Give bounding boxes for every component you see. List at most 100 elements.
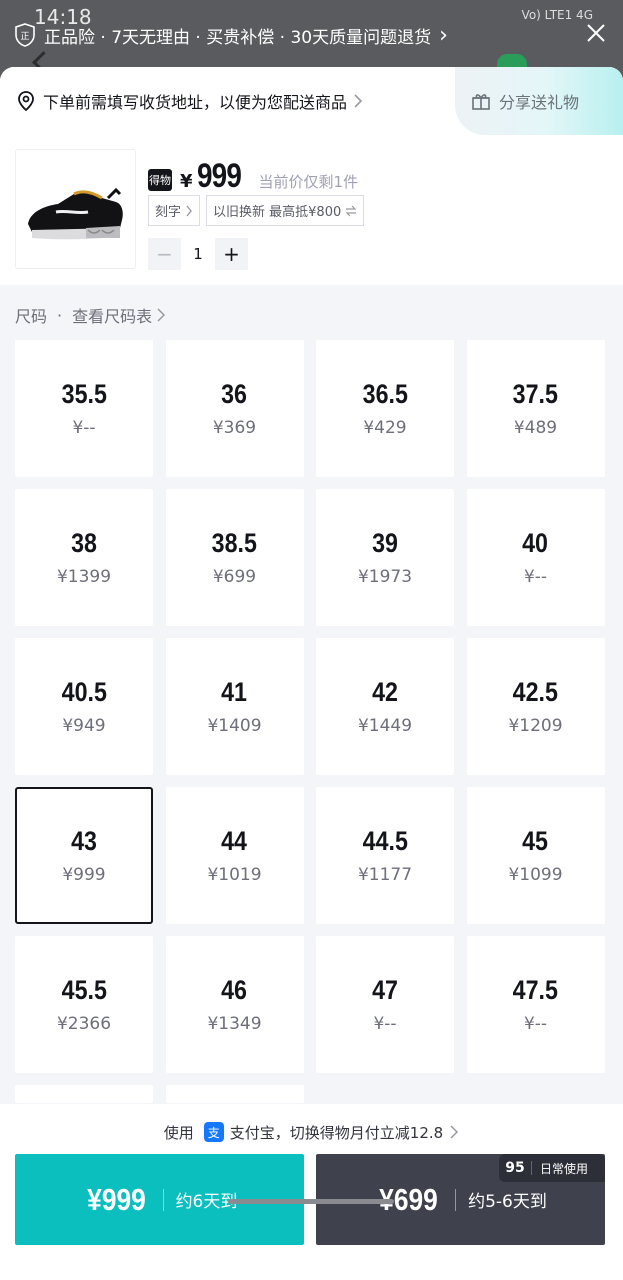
size-price: ¥999 <box>62 865 106 885</box>
size-option[interactable]: 44 ¥1019 <box>165 787 304 924</box>
price-row: 得物 ¥ 999 当前价仅剩1件 <box>148 157 358 196</box>
size-option[interactable]: 37.5 ¥489 <box>466 340 605 477</box>
sneaker-image <box>28 187 123 240</box>
size-value: 36.5 <box>362 379 408 409</box>
trade-in-tag-label: 以旧换新 最高抵¥800 <box>213 205 342 220</box>
size-option[interactable]: 40 ¥-- <box>466 489 605 626</box>
size-option[interactable]: 40.5 ¥949 <box>15 638 153 775</box>
dewu-logo: 得物 <box>148 169 172 191</box>
guarantee-text: 正品险 · 7天无理由 · 买贵补偿 · 30天质量问题退货 <box>44 27 432 48</box>
size-value: 38 <box>71 528 97 558</box>
size-option[interactable]: 47 ¥-- <box>316 936 454 1073</box>
size-value: 44.5 <box>362 826 408 856</box>
size-price: ¥1449 <box>357 716 413 736</box>
size-option[interactable]: 38.5 ¥699 <box>165 489 304 626</box>
trade-in-tag[interactable]: 以旧换新 最高抵¥800 <box>206 195 365 226</box>
shield-icon: 正 <box>15 23 35 47</box>
currency-symbol: ¥ <box>180 171 193 192</box>
size-price: ¥699 <box>212 567 257 587</box>
size-price: ¥1399 <box>56 567 112 587</box>
size-price: ¥1349 <box>207 1014 262 1034</box>
product-thumbnail[interactable] <box>15 149 136 269</box>
size-value: 47.5 <box>512 975 559 1005</box>
size-option[interactable]: 46 ¥1349 <box>165 936 304 1073</box>
location-pin-icon <box>18 91 34 111</box>
size-option[interactable]: 43 ¥999 <box>15 787 153 924</box>
increase-quantity-button[interactable]: + <box>215 238 248 270</box>
size-value: 42 <box>372 677 398 707</box>
product-tags: 刻字 以旧换新 最高抵¥800 <box>148 195 365 226</box>
share-gift-label: 分享送礼物 <box>499 93 580 112</box>
size-price: ¥-- <box>523 1014 548 1034</box>
share-gift-button[interactable]: 分享送礼物 <box>455 67 623 135</box>
decrease-quantity-button[interactable]: − <box>148 238 181 270</box>
chevron-right-icon: › <box>439 22 448 48</box>
guarantee-banner[interactable]: 正 正品险 · 7天无理由 · 买贵补偿 · 30天质量问题退货 › <box>0 18 623 52</box>
size-value: 39 <box>372 528 398 558</box>
buy-used-eta: 约5-6天到 <box>468 1192 547 1212</box>
checkout-footer: 使用 支 支付宝，切换得物月付立减12.8 ¥999 约6天到 ¥699 约5-… <box>0 1104 623 1280</box>
stock-note: 当前价仅剩1件 <box>258 173 359 191</box>
size-option[interactable]: 36.5 ¥429 <box>316 340 454 477</box>
condition-grade: 95 <box>505 1160 525 1176</box>
size-value: 45 <box>522 826 549 856</box>
size-option[interactable]: 38 ¥1399 <box>15 489 153 626</box>
size-price: ¥-- <box>373 1014 397 1034</box>
alipay-icon: 支 <box>203 1122 224 1142</box>
size-value: 42.5 <box>512 677 559 707</box>
product-price: 999 <box>196 157 242 195</box>
alipay-promo[interactable]: 使用 支 支付宝，切换得物月付立减12.8 <box>0 1104 623 1160</box>
size-price: ¥1409 <box>207 716 262 736</box>
size-option[interactable]: 45 ¥1099 <box>466 787 605 924</box>
home-indicator[interactable] <box>228 1199 394 1204</box>
chevron-right-icon <box>186 205 192 216</box>
size-option[interactable]: 35.5 ¥-- <box>15 340 153 477</box>
size-value: 45.5 <box>61 975 107 1005</box>
divider <box>455 1188 457 1211</box>
chevron-right-icon <box>354 94 363 108</box>
size-value: 40 <box>522 528 549 558</box>
size-grid: 35.5 ¥-- 36 ¥369 36.5 ¥429 37.5 ¥489 38 ¥1399 38.5… <box>15 340 605 1103</box>
size-label: 尺码 <box>15 307 48 326</box>
sheet-header: 下单前需填写收货地址，以便为您配送商品 分享送礼物 <box>0 67 623 135</box>
divider <box>162 1188 164 1211</box>
size-section-header: 尺码 · 查看尺码表 <box>15 303 166 327</box>
alipay-prefix: 使用 <box>163 1123 194 1142</box>
size-option[interactable]: 45.5 ¥2366 <box>15 936 153 1073</box>
engrave-tag[interactable]: 刻字 <box>148 195 201 226</box>
size-value: 46 <box>221 975 248 1005</box>
close-icon[interactable] <box>585 22 607 44</box>
size-option[interactable]: 42.5 ¥1209 <box>466 638 605 775</box>
size-option[interactable]: 39 ¥1973 <box>316 489 454 626</box>
size-price: ¥1099 <box>508 865 563 885</box>
condition-badge: 95 日常使用 <box>499 1154 605 1182</box>
gift-icon <box>472 94 490 110</box>
size-option[interactable]: 44.5 ¥1177 <box>316 787 454 924</box>
size-value: 36 <box>221 379 248 409</box>
size-option[interactable] <box>15 1085 153 1103</box>
size-option[interactable] <box>165 1085 304 1103</box>
address-prompt[interactable]: 下单前需填写收货地址，以便为您配送商品 <box>17 67 371 135</box>
purchase-sheet: 下单前需填写收货地址，以便为您配送商品 分享送礼物 得物 ¥ 999 当前价仅剩… <box>0 67 623 1280</box>
size-option[interactable]: 36 ¥369 <box>165 340 304 477</box>
engrave-tag-label: 刻字 <box>155 205 182 220</box>
condition-label: 日常使用 <box>540 1161 589 1176</box>
size-price: ¥949 <box>62 716 106 736</box>
size-price: ¥1177 <box>357 865 413 885</box>
size-price: ¥369 <box>212 418 257 438</box>
size-price: ¥489 <box>513 418 558 438</box>
size-value: 40.5 <box>61 677 107 707</box>
size-price: ¥1209 <box>508 716 563 736</box>
size-price: ¥-- <box>72 418 96 438</box>
size-chart-link[interactable]: 查看尺码表 <box>72 303 152 327</box>
size-option[interactable]: 42 ¥1449 <box>316 638 454 775</box>
size-option[interactable]: 47.5 ¥-- <box>466 936 605 1073</box>
size-option[interactable]: 41 ¥1409 <box>165 638 304 775</box>
size-price: ¥429 <box>363 418 407 438</box>
size-value: 41 <box>221 677 248 707</box>
size-value: 44 <box>221 826 248 856</box>
size-value: 35.5 <box>61 379 107 409</box>
quantity-stepper: − 1 + <box>148 238 248 270</box>
divider <box>531 1161 532 1175</box>
separator-dot: · <box>57 305 63 325</box>
